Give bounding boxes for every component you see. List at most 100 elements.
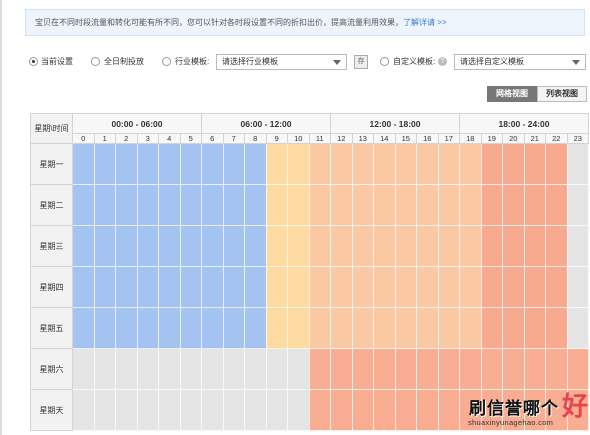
time-slot-cell[interactable] <box>459 184 482 226</box>
time-slot-cell[interactable] <box>201 225 224 267</box>
time-slot-cell[interactable] <box>416 266 439 308</box>
industry-template-radio[interactable] <box>162 57 171 66</box>
time-slot-cell[interactable] <box>222 348 245 390</box>
time-slot-cell[interactable] <box>158 348 181 390</box>
time-slot-cell[interactable] <box>179 307 202 349</box>
time-slot-cell[interactable] <box>201 266 224 308</box>
time-slot-cell[interactable] <box>115 184 138 226</box>
time-slot-cell[interactable] <box>351 389 374 431</box>
time-slot-cell[interactable] <box>502 143 525 185</box>
time-slot-cell[interactable] <box>265 143 288 185</box>
current-settings-radio[interactable] <box>29 57 38 66</box>
time-slot-cell[interactable] <box>394 143 417 185</box>
time-slot-cell[interactable] <box>566 266 589 308</box>
time-slot-cell[interactable] <box>265 389 288 431</box>
time-slot-cell[interactable] <box>222 389 245 431</box>
time-slot-cell[interactable] <box>394 225 417 267</box>
time-slot-cell[interactable] <box>373 184 396 226</box>
time-slot-cell[interactable] <box>136 348 159 390</box>
time-slot-cell[interactable] <box>115 389 138 431</box>
time-slot-cell[interactable] <box>330 307 353 349</box>
time-slot-cell[interactable] <box>459 225 482 267</box>
time-slot-cell[interactable] <box>437 266 460 308</box>
time-slot-cell[interactable] <box>222 143 245 185</box>
time-slot-cell[interactable] <box>502 307 525 349</box>
time-slot-cell[interactable] <box>93 225 116 267</box>
time-slot-cell[interactable] <box>437 143 460 185</box>
time-slot-cell[interactable] <box>308 266 331 308</box>
time-slot-cell[interactable] <box>502 225 525 267</box>
time-slot-cell[interactable] <box>459 307 482 349</box>
time-slot-cell[interactable] <box>437 225 460 267</box>
time-slot-cell[interactable] <box>265 266 288 308</box>
time-slot-cell[interactable] <box>136 389 159 431</box>
time-slot-cell[interactable] <box>351 348 374 390</box>
time-slot-cell[interactable] <box>179 143 202 185</box>
custom-template-select[interactable]: 请选择自定义模板 <box>454 54 586 70</box>
time-slot-cell[interactable] <box>179 348 202 390</box>
time-slot-cell[interactable] <box>394 389 417 431</box>
time-slot-cell[interactable] <box>201 348 224 390</box>
time-slot-cell[interactable] <box>308 389 331 431</box>
time-slot-cell[interactable] <box>115 143 138 185</box>
time-slot-cell[interactable] <box>459 266 482 308</box>
time-slot-cell[interactable] <box>437 389 460 431</box>
time-slot-cell[interactable] <box>287 225 310 267</box>
time-slot-cell[interactable] <box>416 184 439 226</box>
time-slot-cell[interactable] <box>416 348 439 390</box>
time-slot-cell[interactable] <box>351 143 374 185</box>
list-view-tab[interactable]: 列表视图 <box>537 86 587 102</box>
time-slot-cell[interactable] <box>502 184 525 226</box>
time-slot-cell[interactable] <box>222 266 245 308</box>
time-slot-cell[interactable] <box>351 307 374 349</box>
time-slot-cell[interactable] <box>545 184 568 226</box>
time-slot-cell[interactable] <box>72 143 95 185</box>
time-slot-cell[interactable] <box>244 266 267 308</box>
time-slot-cell[interactable] <box>330 225 353 267</box>
time-slot-cell[interactable] <box>158 307 181 349</box>
time-slot-cell[interactable] <box>330 143 353 185</box>
time-slot-cell[interactable] <box>201 184 224 226</box>
time-slot-cell[interactable] <box>179 225 202 267</box>
time-slot-cell[interactable] <box>287 184 310 226</box>
time-slot-cell[interactable] <box>373 389 396 431</box>
all-day-radio[interactable] <box>91 57 100 66</box>
time-slot-cell[interactable] <box>545 143 568 185</box>
time-slot-cell[interactable] <box>72 266 95 308</box>
time-slot-cell[interactable] <box>351 266 374 308</box>
time-slot-cell[interactable] <box>373 307 396 349</box>
time-slot-cell[interactable] <box>287 266 310 308</box>
time-slot-cell[interactable] <box>394 266 417 308</box>
time-slot-cell[interactable] <box>158 225 181 267</box>
time-slot-cell[interactable] <box>158 143 181 185</box>
time-slot-cell[interactable] <box>416 307 439 349</box>
time-slot-cell[interactable] <box>437 307 460 349</box>
time-slot-cell[interactable] <box>222 225 245 267</box>
time-slot-cell[interactable] <box>330 184 353 226</box>
time-slot-cell[interactable] <box>330 389 353 431</box>
time-slot-cell[interactable] <box>330 266 353 308</box>
time-slot-cell[interactable] <box>93 143 116 185</box>
time-slot-cell[interactable] <box>502 348 525 390</box>
time-slot-cell[interactable] <box>566 225 589 267</box>
time-slot-cell[interactable] <box>115 348 138 390</box>
time-slot-cell[interactable] <box>222 184 245 226</box>
time-slot-cell[interactable] <box>72 184 95 226</box>
time-slot-cell[interactable] <box>287 307 310 349</box>
time-slot-cell[interactable] <box>459 143 482 185</box>
time-slot-cell[interactable] <box>523 225 546 267</box>
time-slot-cell[interactable] <box>373 225 396 267</box>
time-slot-cell[interactable] <box>308 143 331 185</box>
time-slot-cell[interactable] <box>158 266 181 308</box>
time-slot-cell[interactable] <box>308 225 331 267</box>
time-slot-cell[interactable] <box>265 307 288 349</box>
time-slot-cell[interactable] <box>93 348 116 390</box>
time-slot-cell[interactable] <box>566 348 589 390</box>
time-slot-cell[interactable] <box>72 307 95 349</box>
save-template-icon[interactable]: 存 <box>354 55 368 69</box>
time-slot-cell[interactable] <box>244 225 267 267</box>
learn-more-link[interactable]: 了解详请 >> <box>403 18 447 27</box>
time-slot-cell[interactable] <box>523 348 546 390</box>
time-slot-cell[interactable] <box>330 348 353 390</box>
time-slot-cell[interactable] <box>93 184 116 226</box>
